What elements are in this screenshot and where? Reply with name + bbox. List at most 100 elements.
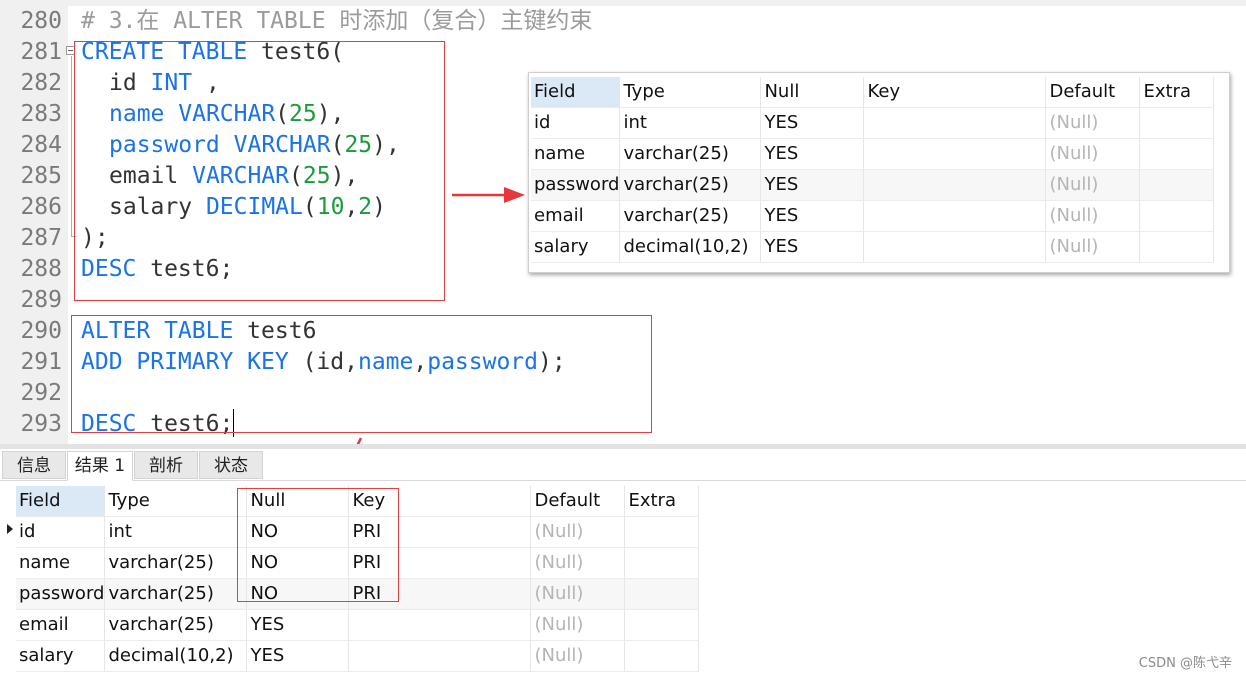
column-header-field[interactable]: Field <box>531 77 621 108</box>
cell-extra[interactable] <box>624 609 700 641</box>
cell-field[interactable]: email <box>16 609 106 641</box>
column-header-default[interactable]: Default <box>1045 77 1141 108</box>
cell-default[interactable]: (Null) <box>530 609 626 641</box>
result-tab-bar: 信息 结果 1 剖析 状态 <box>0 449 1246 481</box>
cell-extra[interactable] <box>1139 138 1215 170</box>
cell-default[interactable]: (Null) <box>1045 200 1141 232</box>
line-number: 293 <box>20 411 62 437</box>
popup-row[interactable]: salary decimal(10,2) YES (Null) <box>531 231 1215 263</box>
result-row[interactable]: email varchar(25) YES (Null) <box>16 609 700 641</box>
cell-null[interactable]: YES <box>760 107 865 139</box>
line-number: 288 <box>20 256 62 282</box>
tab-info[interactable]: 信息 <box>2 451 66 479</box>
line-number: 284 <box>20 132 62 158</box>
cell-key[interactable] <box>863 107 1047 139</box>
column-header-field[interactable]: Field <box>16 486 106 517</box>
cell-null[interactable]: YES <box>246 609 350 641</box>
highlight-box-create-table <box>74 41 445 301</box>
cell-type[interactable]: varchar(25) <box>104 547 248 579</box>
line-number: 280 <box>20 8 62 34</box>
popup-row[interactable]: id int YES (Null) <box>531 107 1215 139</box>
column-header-extra[interactable]: Extra <box>624 486 700 517</box>
cell-field[interactable]: id <box>531 107 621 139</box>
tab-status[interactable]: 状态 <box>199 451 263 479</box>
desc-result-before-popup: Field Type Null Key Default Extra id int YES (Nu… <box>528 72 1230 273</box>
line-number: 291 <box>20 349 62 375</box>
line-number: 289 <box>20 287 62 313</box>
cell-extra[interactable] <box>1139 200 1215 232</box>
cell-default[interactable]: (Null) <box>530 640 626 672</box>
column-header-extra[interactable]: Extra <box>1139 77 1215 108</box>
cell-key[interactable] <box>348 609 532 641</box>
highlight-box-alter-table <box>71 315 652 433</box>
cell-null[interactable]: YES <box>760 231 865 263</box>
cell-extra[interactable] <box>624 640 700 672</box>
cell-extra[interactable] <box>624 578 700 610</box>
cell-type[interactable]: varchar(25) <box>104 609 248 641</box>
cell-default[interactable]: (Null) <box>1045 231 1141 263</box>
line-number: 282 <box>20 70 62 96</box>
line-number: 283 <box>20 101 62 127</box>
cell-default[interactable]: (Null) <box>530 547 626 579</box>
tab-profile[interactable]: 剖析 <box>134 451 198 479</box>
popup-row[interactable]: name varchar(25) YES (Null) <box>531 138 1215 170</box>
code-line: # 3.在 ALTER TABLE 时添加（复合）主键约束 <box>81 6 592 37</box>
line-number: 292 <box>20 380 62 406</box>
cell-field[interactable]: password <box>16 578 106 610</box>
popup-result-table: Field Type Null Key Default Extra id int YES (Nu… <box>531 77 1215 263</box>
line-number: 281 <box>20 39 62 65</box>
column-header-null[interactable]: Null <box>760 77 865 108</box>
cell-type[interactable]: int <box>104 516 248 548</box>
cell-key[interactable] <box>348 640 532 672</box>
cell-null[interactable]: YES <box>760 169 865 201</box>
cell-type[interactable]: decimal(10,2) <box>104 640 248 672</box>
popup-row[interactable]: password varchar(25) YES (Null) <box>531 169 1215 201</box>
cell-field[interactable]: name <box>16 547 106 579</box>
cell-extra[interactable] <box>1139 231 1215 263</box>
cell-type[interactable]: varchar(25) <box>619 169 762 201</box>
cell-default[interactable]: (Null) <box>1045 138 1141 170</box>
cell-field[interactable]: id <box>16 516 106 548</box>
cell-extra[interactable] <box>624 547 700 579</box>
arrow-right-icon <box>452 187 525 203</box>
cell-type[interactable]: varchar(25) <box>619 200 762 232</box>
cell-field[interactable]: salary <box>531 231 621 263</box>
cell-default[interactable]: (Null) <box>530 516 626 548</box>
cell-extra[interactable] <box>1139 169 1215 201</box>
cell-type[interactable]: varchar(25) <box>104 578 248 610</box>
column-header-key[interactable]: Key <box>863 77 1047 108</box>
cell-extra[interactable] <box>1139 107 1215 139</box>
cell-key[interactable] <box>863 169 1047 201</box>
cell-extra[interactable] <box>624 516 700 548</box>
cell-default[interactable]: (Null) <box>530 578 626 610</box>
cell-null[interactable]: YES <box>760 138 865 170</box>
line-number: 287 <box>20 225 62 251</box>
column-header-type[interactable]: Type <box>104 486 248 517</box>
watermark: CSDN @陈弋辛 <box>1138 656 1232 671</box>
column-header-default[interactable]: Default <box>530 486 626 517</box>
cell-null[interactable]: YES <box>246 640 350 672</box>
tab-result-1[interactable]: 结果 1 <box>67 451 133 481</box>
cell-field[interactable]: email <box>531 200 621 232</box>
cell-key[interactable] <box>863 138 1047 170</box>
cell-null[interactable]: YES <box>760 200 865 232</box>
cell-key[interactable] <box>863 231 1047 263</box>
cell-field[interactable]: name <box>531 138 621 170</box>
cell-field[interactable]: salary <box>16 640 106 672</box>
sql-comment: # 3.在 ALTER TABLE 时添加（复合）主键约束 <box>81 8 593 34</box>
highlight-box-null-key <box>237 488 399 602</box>
cell-default[interactable]: (Null) <box>1045 169 1141 201</box>
cell-field[interactable]: password <box>531 169 621 201</box>
fold-guide <box>71 56 72 236</box>
cell-type[interactable]: decimal(10,2) <box>619 231 762 263</box>
cell-key[interactable] <box>863 200 1047 232</box>
cell-type[interactable]: varchar(25) <box>619 138 762 170</box>
column-header-type[interactable]: Type <box>619 77 762 108</box>
cell-type[interactable]: int <box>619 107 762 139</box>
result-row[interactable]: salary decimal(10,2) YES (Null) <box>16 640 700 672</box>
line-number: 290 <box>20 318 62 344</box>
current-row-indicator-icon <box>7 524 13 534</box>
line-number: 285 <box>20 163 62 189</box>
cell-default[interactable]: (Null) <box>1045 107 1141 139</box>
popup-row[interactable]: email varchar(25) YES (Null) <box>531 200 1215 232</box>
